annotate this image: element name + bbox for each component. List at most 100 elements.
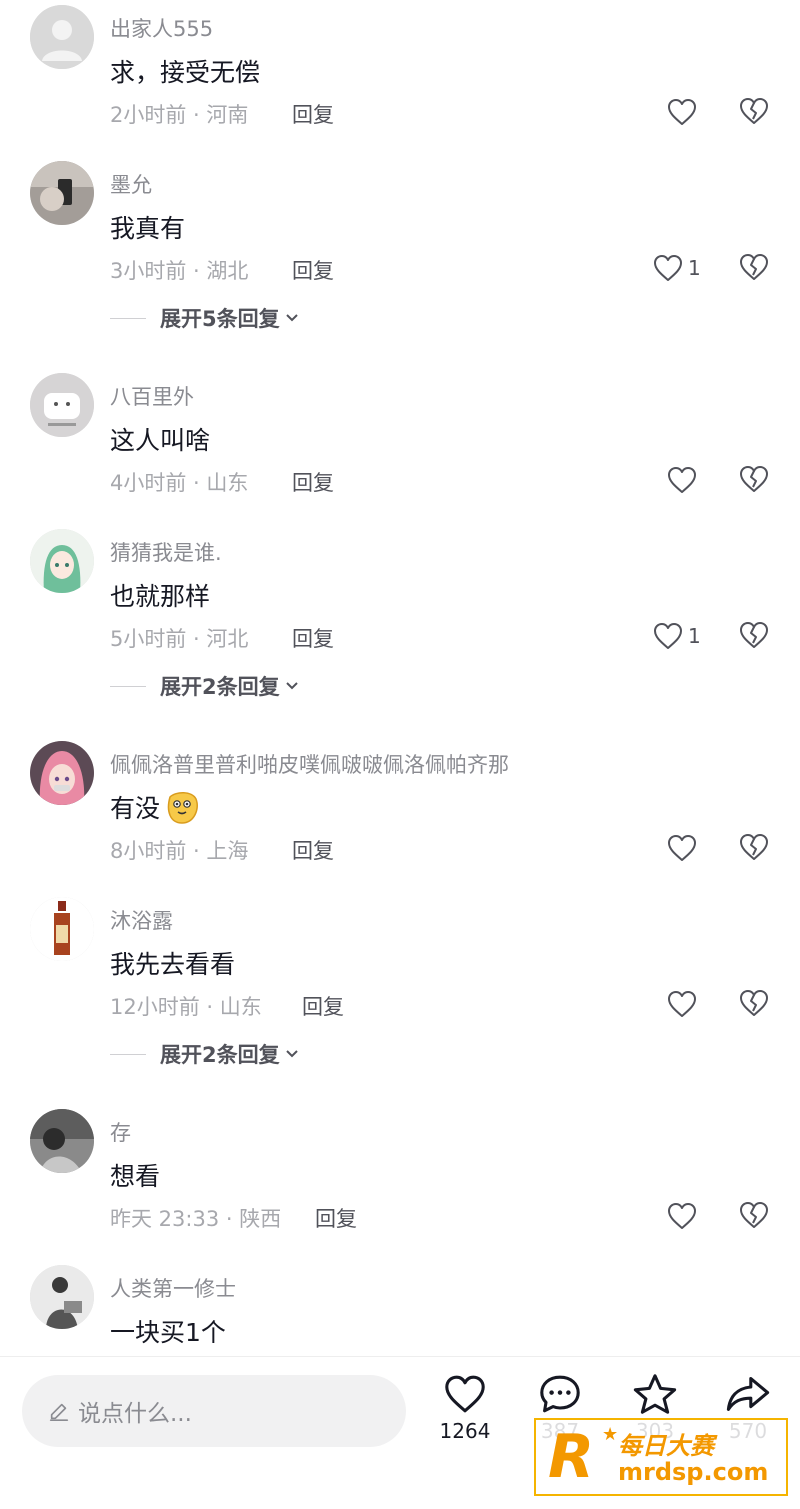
avatar[interactable] xyxy=(30,897,94,961)
comment-text-content: 这人叫啥 xyxy=(110,426,211,455)
broken-heart-icon xyxy=(740,1202,768,1228)
comment-time-location: 12小时前 · 山东 xyxy=(110,995,262,1019)
reply-button[interactable]: 回复 xyxy=(292,623,334,653)
comment-like-button[interactable]: 1 xyxy=(652,620,701,652)
reply-button[interactable]: 回复 xyxy=(315,1203,357,1233)
comment-username[interactable]: 猜猜我是谁. xyxy=(110,537,222,567)
comment-item: 猜猜我是谁. 也就那样 5小时前 · 河北 回复 1 展开2条回复 xyxy=(0,529,800,699)
comment-text-content: 求，接受无偿 xyxy=(110,58,261,87)
comment-dislike-button[interactable] xyxy=(738,252,770,282)
reply-button[interactable]: 回复 xyxy=(292,99,334,129)
heart-icon xyxy=(668,99,696,125)
comment-input[interactable]: 说点什么... xyxy=(22,1375,406,1447)
smiley-emoji-icon xyxy=(167,792,198,824)
comment-text-content: 想看 xyxy=(110,1162,161,1191)
chevron-down-icon xyxy=(285,682,298,690)
share-icon xyxy=(726,1377,770,1411)
expand-replies-label: 展开2条回复 xyxy=(160,1043,280,1067)
comment-like-button[interactable] xyxy=(666,96,698,128)
comment-text: 我真有 xyxy=(110,209,185,245)
expand-divider xyxy=(110,1053,146,1055)
comment-time-location: 2小时前 · 河南 xyxy=(110,103,249,127)
watermark-star-icon: ★ xyxy=(602,1424,619,1445)
heart-icon xyxy=(445,1375,485,1413)
avatar[interactable] xyxy=(30,5,94,69)
expand-replies-button[interactable]: 展开2条回复 xyxy=(110,671,300,701)
comment-username[interactable]: 存 xyxy=(110,1117,131,1147)
comment-item: 佩佩洛普里普利啪皮噗佩啵啵佩洛佩帕齐那 有没 8小时前 · 上海 回复 xyxy=(0,741,800,891)
broken-heart-icon xyxy=(740,254,768,280)
broken-heart-icon xyxy=(740,622,768,648)
chevron-down-icon xyxy=(285,1050,298,1058)
pencil-icon xyxy=(49,1403,69,1421)
comment-like-button[interactable] xyxy=(666,988,698,1020)
reply-button[interactable]: 回复 xyxy=(302,991,344,1021)
reply-button[interactable]: 回复 xyxy=(292,255,334,285)
comment-time-location: 昨天 23:33 · 陕西 xyxy=(110,1207,282,1231)
heart-icon xyxy=(654,623,682,649)
expand-divider xyxy=(110,317,146,319)
chevron-down-icon xyxy=(285,314,298,322)
heart-icon xyxy=(668,467,696,493)
expand-replies-label: 展开2条回复 xyxy=(160,675,280,699)
comment-item: 存想看昨天 23:33 · 陕西 回复 xyxy=(0,1109,800,1259)
avatar[interactable] xyxy=(30,1109,94,1173)
comment-text: 也就那样 xyxy=(110,577,210,613)
expand-replies-button[interactable]: 展开2条回复 xyxy=(110,1039,300,1069)
heart-icon xyxy=(654,255,682,281)
broken-heart-icon xyxy=(740,466,768,492)
expand-divider xyxy=(110,685,146,687)
expand-replies-label: 展开5条回复 xyxy=(160,307,280,331)
heart-icon xyxy=(668,835,696,861)
avatar[interactable] xyxy=(30,161,94,225)
like-action-button[interactable]: 1264 xyxy=(425,1373,505,1443)
avatar[interactable] xyxy=(30,373,94,437)
reply-button[interactable]: 回复 xyxy=(292,467,334,497)
avatar[interactable] xyxy=(30,1265,94,1329)
comment-dislike-button[interactable] xyxy=(738,832,770,862)
comment-time-location: 8小时前 · 上海 xyxy=(110,839,249,863)
comment-item: 出家人555 求，接受无偿 2小时前 · 河南 回复 xyxy=(0,5,800,155)
broken-heart-icon xyxy=(740,98,768,124)
comment-text-content: 有没 xyxy=(110,794,161,823)
comment-time-location: 4小时前 · 山东 xyxy=(110,471,249,495)
comment-text: 一块买1个 xyxy=(110,1313,226,1349)
comment-like-button[interactable] xyxy=(666,832,698,864)
comment-username[interactable]: 佩佩洛普里普利啪皮噗佩啵啵佩洛佩帕齐那 xyxy=(110,749,509,779)
comment-dislike-button[interactable] xyxy=(738,988,770,1018)
comment-text-content: 也就那样 xyxy=(110,582,211,611)
comment-item: 八百里外这人叫啥 4小时前 · 山东 回复 xyxy=(0,373,800,523)
avatar[interactable] xyxy=(30,529,94,593)
comment-text: 这人叫啥 xyxy=(110,421,210,457)
comment-dislike-button[interactable] xyxy=(738,464,770,494)
comment-item: 沐浴露我先去看看 12小时前 · 山东 回复 展开2条回复 xyxy=(0,897,800,1067)
expand-replies-button[interactable]: 展开5条回复 xyxy=(110,303,300,333)
comment-dislike-button[interactable] xyxy=(738,96,770,126)
heart-icon xyxy=(668,991,696,1017)
watermark-url: mrdsp.com xyxy=(618,1458,769,1486)
watermark-title: 每日大赛 xyxy=(618,1432,714,1460)
comment-dislike-button[interactable] xyxy=(738,1200,770,1230)
watermark-letter: R xyxy=(548,1422,595,1492)
comment-text-content: 我真有 xyxy=(110,214,186,243)
comment-item: 墨允 我真有 3小时前 · 湖北 回复 1 展开5条回复 xyxy=(0,161,800,331)
comment-dislike-button[interactable] xyxy=(738,620,770,650)
comment-text: 求，接受无偿 xyxy=(110,53,260,89)
comment-username[interactable]: 沐浴露 xyxy=(110,905,173,935)
comment-text: 有没 xyxy=(110,789,200,825)
comment-like-button[interactable] xyxy=(666,464,698,496)
comment-username[interactable]: 墨允 xyxy=(110,169,152,199)
comment-text: 我先去看看 xyxy=(110,945,235,981)
comment-username[interactable]: 八百里外 xyxy=(110,381,194,411)
comment-username[interactable]: 人类第一修士 xyxy=(110,1273,236,1303)
comment-time-location: 5小时前 · 河北 xyxy=(110,627,249,651)
avatar[interactable] xyxy=(30,741,94,805)
comment-username[interactable]: 出家人555 xyxy=(110,13,213,43)
heart-icon xyxy=(668,1203,696,1229)
comment-like-button[interactable] xyxy=(666,1200,698,1232)
comment-like-button[interactable]: 1 xyxy=(652,252,701,284)
star-icon xyxy=(633,1374,677,1414)
comment-text-content: 我先去看看 xyxy=(110,950,236,979)
comment-input-placeholder: 说点什么... xyxy=(78,1401,192,1427)
reply-button[interactable]: 回复 xyxy=(292,835,334,865)
